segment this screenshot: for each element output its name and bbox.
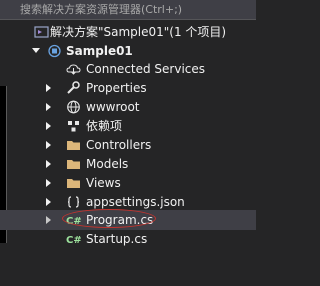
project-label: Sample01 [66, 44, 133, 58]
folder-icon [67, 160, 80, 169]
collapse-arrow-icon[interactable] [46, 84, 51, 92]
tree-item-controllers[interactable]: Controllers [0, 135, 256, 155]
svg-text:C#: C# [66, 235, 81, 246]
collapse-arrow-icon[interactable] [46, 198, 51, 206]
tree-item-views[interactable]: Views [0, 173, 256, 193]
tree-item-label: wwwroot [86, 100, 140, 114]
connected-services-icon [66, 64, 81, 75]
csharp-file-icon: C# [66, 235, 81, 246]
expand-arrow-icon[interactable] [32, 48, 40, 53]
tree-item-connected-services[interactable]: Connected Services [0, 59, 256, 79]
solution-label: 解决方案"Sample01"(1 个项目) [50, 25, 227, 39]
collapse-arrow-icon[interactable] [46, 141, 51, 149]
dependencies-icon [68, 121, 79, 132]
collapse-arrow-icon[interactable] [46, 160, 51, 168]
tree-item-properties[interactable]: Properties [0, 78, 256, 98]
folder-icon [67, 141, 80, 150]
search-input[interactable]: 搜索解决方案资源管理器(Ctrl+;) [20, 0, 182, 20]
folder-icon [67, 179, 80, 188]
tree-item-label: Startup.cs [86, 232, 148, 246]
project-node[interactable]: Sample01 [0, 41, 256, 61]
tree-item-models[interactable]: Models [0, 154, 256, 174]
tree-item-label: Controllers [86, 138, 152, 152]
collapse-arrow-icon[interactable] [46, 179, 51, 187]
tree-item-label: Connected Services [86, 62, 206, 76]
tree-item-label: 依赖项 [86, 119, 123, 133]
search-bar[interactable]: 搜索解决方案资源管理器(Ctrl+;) [0, 0, 256, 20]
collapse-arrow-icon[interactable] [46, 216, 51, 224]
solution-node[interactable]: 解决方案"Sample01"(1 个项目) [0, 22, 256, 42]
tree-item-label: Properties [86, 81, 147, 95]
tree-item-wwwroot[interactable]: wwwroot [0, 97, 256, 117]
tree-item-dependencies[interactable]: 依赖项 [0, 116, 256, 136]
json-file-icon [67, 196, 80, 208]
globe-icon [67, 100, 80, 114]
project-icon [48, 44, 61, 58]
solution-icon [34, 26, 49, 38]
tree-item-startup-cs[interactable]: C# Startup.cs [0, 229, 256, 249]
tree-item-label: Models [86, 157, 129, 171]
tree-item-label: Views [86, 176, 121, 190]
wrench-icon [67, 81, 80, 94]
highlight-annotation [62, 209, 156, 228]
collapse-arrow-icon[interactable] [46, 122, 51, 130]
collapse-arrow-icon[interactable] [46, 103, 51, 111]
